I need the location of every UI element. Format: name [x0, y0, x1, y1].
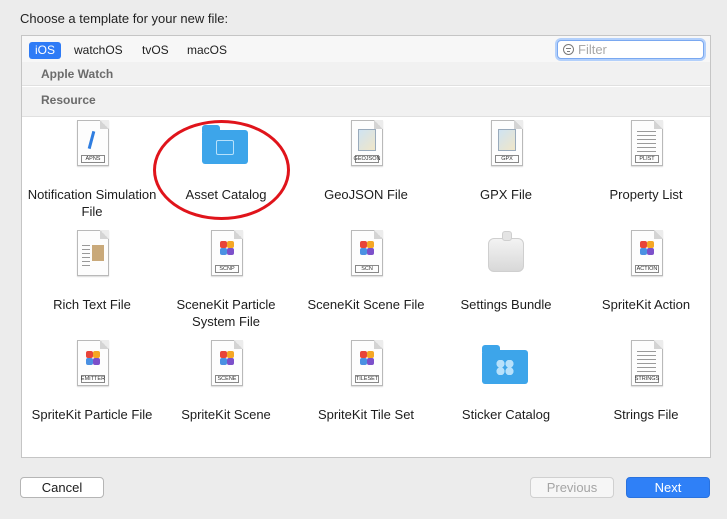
template-label: Sticker Catalog: [461, 407, 551, 422]
template-tile[interactable]: APNS Notification Simulation File: [22, 118, 162, 228]
scene-file-icon: SCENE: [202, 340, 250, 392]
template-label: GeoJSON File: [324, 187, 408, 202]
settings-bundle-icon: [482, 230, 530, 282]
action-file-icon: ACTION: [622, 230, 670, 282]
template-label: SpriteKit Scene: [181, 407, 271, 422]
template-tile[interactable]: SCNP SceneKit Particle System File: [156, 228, 296, 338]
file-type-tag: SCN: [361, 266, 373, 272]
template-tile[interactable]: Asset Catalog: [156, 118, 296, 228]
platform-tab-bar: iOS watchOS tvOS macOS: [22, 36, 710, 62]
template-label: Property List: [609, 187, 683, 202]
file-type-tag: SCNP: [219, 266, 235, 272]
file-type-tag: SCENE: [217, 376, 237, 382]
filter-field[interactable]: [557, 40, 704, 59]
tileset-file-icon: TILESET: [342, 340, 390, 392]
filter-input[interactable]: [578, 41, 698, 58]
next-button[interactable]: Next: [626, 477, 710, 498]
section-header-apple-watch: Apple Watch: [22, 62, 710, 86]
template-label: Notification Simulation File: [27, 187, 157, 219]
cancel-button[interactable]: Cancel: [20, 477, 104, 498]
template-label: SpriteKit Particle File: [31, 407, 153, 422]
file-type-tag: APNS: [85, 156, 101, 162]
tab-macos[interactable]: macOS: [181, 42, 233, 59]
template-tile[interactable]: TILESET SpriteKit Tile Set: [296, 338, 436, 448]
template-label: Strings File: [613, 407, 679, 422]
plist-file-icon: PLIST: [622, 120, 670, 172]
template-tile[interactable]: Sticker Catalog: [436, 338, 576, 448]
apns-file-icon: APNS: [68, 120, 116, 172]
asset-catalog-folder-icon: [202, 120, 250, 172]
file-type-tag: TILESET: [355, 376, 379, 382]
template-label: Rich Text File: [53, 297, 131, 312]
filter-icon: [563, 44, 574, 55]
template-label: GPX File: [479, 187, 532, 202]
template-label: Asset Catalog: [185, 187, 267, 202]
scn-file-icon: SCN: [342, 230, 390, 282]
previous-button[interactable]: Previous: [530, 477, 614, 498]
file-type-tag: EMITTER: [80, 376, 106, 382]
tab-tvos[interactable]: tvOS: [136, 42, 175, 59]
template-tile[interactable]: EMITTER SpriteKit Particle File: [22, 338, 162, 448]
template-label: Settings Bundle: [460, 297, 552, 312]
template-tile[interactable]: ACTION SpriteKit Action: [576, 228, 710, 338]
template-label: SpriteKit Tile Set: [317, 407, 415, 422]
file-type-tag: ACTION: [636, 266, 658, 272]
template-tile[interactable]: Settings Bundle: [436, 228, 576, 338]
scnp-file-icon: SCNP: [202, 230, 250, 282]
section-header-resource: Resource: [22, 87, 710, 117]
file-type-tag: GPX: [501, 156, 513, 162]
template-chooser-panel: iOS watchOS tvOS macOS Apple Watch Resou…: [21, 35, 711, 458]
geojson-file-icon: GEOJSON: [342, 120, 390, 172]
template-tile[interactable]: STRINGS Strings File: [576, 338, 710, 448]
template-label: SceneKit Scene File: [307, 297, 425, 312]
template-tile[interactable]: SCN SceneKit Scene File: [296, 228, 436, 338]
template-tile[interactable]: GEOJSON GeoJSON File: [296, 118, 436, 228]
emitter-file-icon: EMITTER: [68, 340, 116, 392]
template-tile[interactable]: GPX GPX File: [436, 118, 576, 228]
dialog-prompt: Choose a template for your new file:: [20, 11, 229, 26]
template-tile[interactable]: Rich Text File: [22, 228, 162, 338]
file-type-tag: STRINGS: [634, 376, 660, 382]
template-label: SceneKit Particle System File: [176, 297, 276, 329]
template-label: SpriteKit Action: [601, 297, 691, 312]
rich-text-file-icon: [68, 230, 116, 282]
gpx-file-icon: GPX: [482, 120, 530, 172]
file-type-tag: PLIST: [639, 156, 655, 162]
file-type-tag: GEOJSON: [353, 156, 381, 162]
sticker-catalog-folder-icon: [482, 340, 530, 392]
strings-file-icon: STRINGS: [622, 340, 670, 392]
template-tile[interactable]: PLIST Property List: [576, 118, 710, 228]
tab-ios[interactable]: iOS: [29, 42, 62, 59]
tab-watchos[interactable]: watchOS: [68, 42, 129, 59]
template-tile[interactable]: SCENE SpriteKit Scene: [156, 338, 296, 448]
